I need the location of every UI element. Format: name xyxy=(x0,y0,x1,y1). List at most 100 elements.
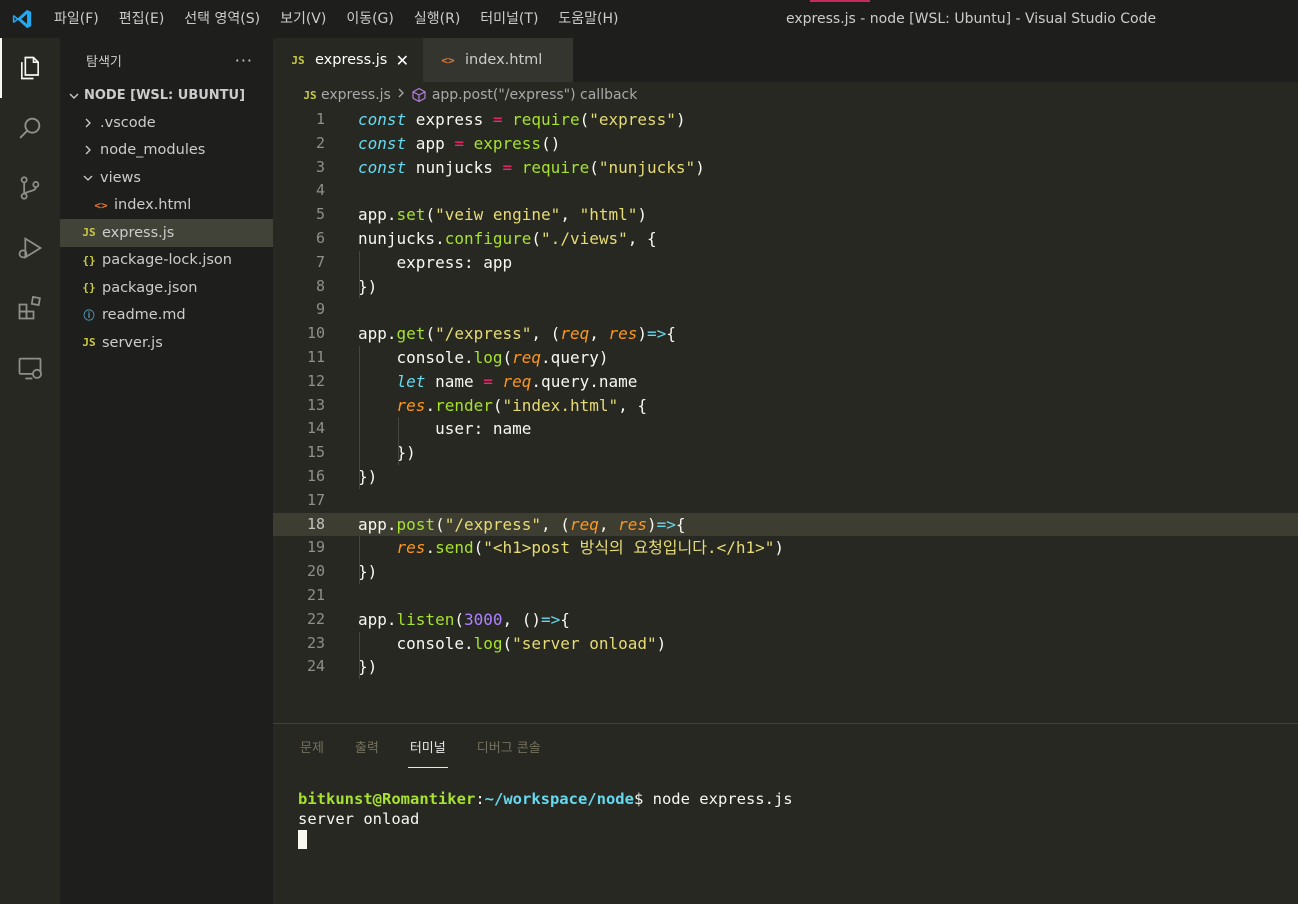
code-line[interactable]: 12 let name = req.query.name xyxy=(273,370,1298,394)
close-icon[interactable]: ✕ xyxy=(396,51,409,70)
html-file-icon: <> xyxy=(441,53,455,67)
menu-item-5[interactable]: 실행(R) xyxy=(404,0,470,38)
panel-tab-2[interactable]: 터미널 xyxy=(407,724,448,768)
terminal-colon: : xyxy=(475,790,485,808)
code-token: = xyxy=(502,157,513,177)
menu-item-4[interactable]: 이동(G) xyxy=(336,0,404,38)
menu-item-6[interactable]: 터미널(T) xyxy=(470,0,548,38)
code-line[interactable]: 21 xyxy=(273,584,1298,608)
js-file-icon: JS xyxy=(82,226,96,240)
terminal-cursor xyxy=(298,830,307,849)
search-icon[interactable] xyxy=(0,98,60,158)
code-line[interactable]: 7 express: app xyxy=(273,251,1298,275)
code-token: ( xyxy=(589,157,599,177)
code-line[interactable]: 8}) xyxy=(273,275,1298,299)
panel-tab-1[interactable]: 출력 xyxy=(355,724,379,768)
code-token: 3000 xyxy=(463,609,503,629)
code-line[interactable]: 17 xyxy=(273,489,1298,513)
panel-tab-0[interactable]: 문제 xyxy=(300,724,324,768)
code-text: express: app xyxy=(358,251,513,275)
code-line[interactable]: 23 console.log("server onload") xyxy=(273,632,1298,656)
code-token: ( xyxy=(425,324,436,344)
tree-item-readme-md[interactable]: ⓘ readme.md xyxy=(60,302,273,330)
panel-tabs: 문제 출력 터미널 디버그 콘솔 xyxy=(273,724,1298,768)
terminal[interactable]: bitkunst@Romantiker:~/workspace/node$ no… xyxy=(298,789,793,849)
explorer-icon[interactable] xyxy=(0,38,60,98)
code-text: }) xyxy=(358,441,416,465)
tree-item-express-js[interactable]: JS express.js xyxy=(60,219,273,247)
code-line[interactable]: 13 res.render("index.html", { xyxy=(273,394,1298,418)
code-text: app.listen(3000, ()=>{ xyxy=(358,608,570,632)
tab-index-html[interactable]: <> index.html xyxy=(423,38,573,82)
code-token: express xyxy=(473,133,542,153)
more-actions-icon[interactable]: ··· xyxy=(235,51,253,70)
breadcrumb-file[interactable]: express.js xyxy=(321,87,391,103)
tab-label: index.html xyxy=(465,52,543,68)
tree-item-views[interactable]: views xyxy=(60,164,273,192)
code-token: ( xyxy=(435,514,445,534)
code-token: }) xyxy=(358,467,378,486)
menu-item-3[interactable]: 보기(V) xyxy=(270,0,336,38)
line-number: 11 xyxy=(306,348,325,366)
code-text: app.set("veiw engine", "html") xyxy=(358,203,647,227)
code-token: ( xyxy=(454,609,464,629)
extensions-icon[interactable] xyxy=(0,278,60,338)
tree-item-index-html[interactable]: <> index.html xyxy=(60,192,273,220)
code-text: app.get("/express", (req, res)=>{ xyxy=(358,322,676,346)
code-line[interactable]: 22 app.listen(3000, ()=>{ xyxy=(273,608,1298,632)
code-line[interactable]: 11 console.log(req.query) xyxy=(273,346,1298,370)
code-line[interactable]: 18 app.post("/express", (req, res)=>{ xyxy=(273,512,1298,537)
code-line[interactable]: 6 nunjucks.configure("./views", { xyxy=(273,227,1298,251)
line-number: 22 xyxy=(306,609,325,628)
menu-item-2[interactable]: 선택 영역(S) xyxy=(174,0,270,38)
line-number: 7 xyxy=(315,252,325,271)
code-token: console. xyxy=(358,348,474,367)
tree-item-package-json[interactable]: {} package.json xyxy=(60,274,273,302)
tree-item-label: express.js xyxy=(102,224,175,241)
menu-item-7[interactable]: 도움말(H) xyxy=(548,0,628,38)
tree-item-label: .vscode xyxy=(100,114,156,131)
source-control-icon[interactable] xyxy=(0,158,60,218)
workspace-section[interactable]: NODE [WSL: UBUNTU] xyxy=(60,82,273,109)
menu-item-1[interactable]: 편집(E) xyxy=(109,0,175,38)
code-token: let xyxy=(396,371,426,391)
breadcrumb-symbol[interactable]: app.post("/express") callback xyxy=(432,87,638,103)
code-token: ( xyxy=(492,395,503,415)
tree-item-server-js[interactable]: JS server.js xyxy=(60,329,273,357)
code-line[interactable]: 14 user: name xyxy=(273,417,1298,441)
code-line[interactable]: 15 }) xyxy=(273,441,1298,465)
workspace-title: NODE [WSL: UBUNTU] xyxy=(84,88,246,103)
panel-tab-3[interactable]: 디버그 콘솔 xyxy=(477,724,541,768)
terminal-output: server onload xyxy=(298,810,420,828)
code-editor[interactable]: 1 const express = require("express") 2 cons… xyxy=(273,108,1298,723)
run-debug-icon[interactable] xyxy=(0,218,60,278)
tab-express-js[interactable]: JS express.js ✕ xyxy=(273,38,423,82)
code-line[interactable]: 1 const express = require("express") xyxy=(273,108,1298,132)
code-token: ) xyxy=(647,514,657,534)
tree-item-vscode[interactable]: .vscode xyxy=(60,109,273,137)
code-line[interactable]: 2 const app = express() xyxy=(273,132,1298,156)
tree-item-package-lock-json[interactable]: {} package-lock.json xyxy=(60,247,273,275)
code-token: }) xyxy=(358,562,378,582)
menu-item-0[interactable]: 파일(F) xyxy=(44,0,109,38)
code-token: const xyxy=(358,133,407,153)
remote-explorer-icon[interactable] xyxy=(0,338,60,398)
code-line[interactable]: 20}) xyxy=(273,560,1298,584)
code-text: let name = req.query.name xyxy=(358,370,638,394)
code-line[interactable]: 24}) xyxy=(273,655,1298,679)
code-line[interactable]: 9 xyxy=(273,298,1298,322)
code-line[interactable]: 5 app.set("veiw engine", "html") xyxy=(273,203,1298,227)
code-line[interactable]: 10 app.get("/express", (req, res)=>{ xyxy=(273,322,1298,346)
line-number: 19 xyxy=(306,538,325,557)
line-number: 10 xyxy=(306,324,325,343)
tree-item-node-modules[interactable]: node_modules xyxy=(60,137,273,165)
code-line[interactable]: 4 xyxy=(273,179,1298,203)
code-line[interactable]: 3 const nunjucks = require("nunjucks") xyxy=(273,156,1298,180)
line-number: 8 xyxy=(315,276,325,295)
line-number: 2 xyxy=(315,133,325,152)
code-token: { xyxy=(666,324,676,344)
code-line[interactable]: 16}) xyxy=(273,465,1298,489)
code-text: const express = require("express") xyxy=(358,108,686,132)
code-line[interactable]: 19 res.send("<h1>post 방식의 요청입니다.</h1>") xyxy=(273,536,1298,560)
code-token: ) xyxy=(675,110,686,129)
